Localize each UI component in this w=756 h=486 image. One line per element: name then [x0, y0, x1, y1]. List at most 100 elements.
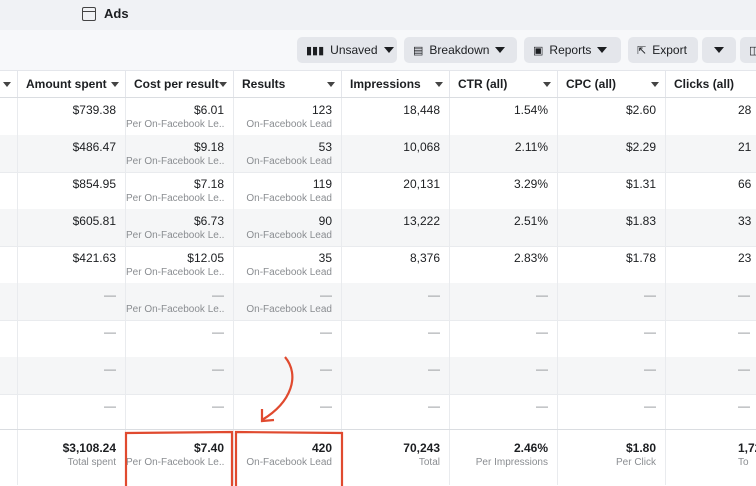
- table-cell-cpc: —: [558, 283, 666, 320]
- table-cell-impressions: —: [342, 283, 450, 320]
- total-value: 70,243: [403, 441, 440, 455]
- breakdown-icon: ▤: [413, 44, 424, 57]
- table-cell-impressions: —: [342, 394, 450, 431]
- table-cell-clicks: —: [666, 320, 756, 357]
- columns-icon: ▮▮▮: [306, 44, 325, 57]
- export-button[interactable]: ⇱ Export: [628, 37, 698, 63]
- cell-value: —: [104, 362, 116, 376]
- cell-value: 20,131: [403, 177, 440, 191]
- cell-value: —: [644, 399, 656, 413]
- cell-value: —: [428, 325, 440, 339]
- table-row[interactable]: — — — — — — —: [0, 357, 756, 395]
- table-cell-ctr: —: [450, 283, 558, 320]
- table-cell-ctr: —: [450, 320, 558, 357]
- column-header-clicks[interactable]: Clicks (all): [666, 71, 756, 97]
- table-cell-results: 123 On-Facebook Lead: [234, 98, 342, 135]
- table-cell-clicks: —: [666, 357, 756, 394]
- table-cell-ctr: 3.29%: [450, 172, 558, 209]
- column-label: Cost per result: [134, 77, 219, 91]
- table-row[interactable]: $854.95 $7.18 Per On-Facebook Le... 119 On-F…: [0, 172, 756, 210]
- cell-value: 3.29%: [513, 177, 548, 191]
- reports-label: Reports: [549, 43, 592, 57]
- table-row[interactable]: $486.47 $9.18 Per On-Facebook Le... 53 On-Fa…: [0, 135, 756, 173]
- totals-amount-spent: $3,108.24 Total spent: [18, 430, 126, 485]
- cell-value: 1.54%: [513, 103, 548, 117]
- table-cell-cpc: $1.78: [558, 246, 666, 283]
- table-cell-cpr: $7.18 Per On-Facebook Le...: [126, 172, 234, 209]
- table-cell-impressions: 10,068: [342, 135, 450, 172]
- cell-value: 66: [738, 177, 752, 191]
- column-label: Results: [242, 77, 286, 91]
- table-cell-impressions: 20,131: [342, 172, 450, 209]
- column-header-cpc[interactable]: CPC (all): [558, 71, 666, 97]
- cell-value: $739.38: [72, 103, 116, 117]
- table-cell-cpc: $2.29: [558, 135, 666, 172]
- row-cell-prev: [0, 172, 18, 209]
- chevron-down-icon: [651, 82, 659, 87]
- cell-value: $421.63: [72, 251, 116, 265]
- cell-value: —: [536, 362, 548, 376]
- reports-button[interactable]: ▣ Reports: [524, 37, 621, 63]
- chevron-down-icon: [435, 82, 443, 87]
- table-row[interactable]: — — — — — — —: [0, 320, 756, 358]
- column-header-impressions[interactable]: Impressions: [342, 71, 450, 97]
- cell-value: 18,448: [403, 103, 440, 117]
- export-dropdown-button[interactable]: [702, 37, 736, 63]
- table-row[interactable]: — — Per On-Facebook Le... — On-Facebook Lead…: [0, 283, 756, 321]
- table-cell-amount: $605.81: [18, 209, 126, 246]
- chevron-down-icon: [714, 47, 724, 53]
- column-header-amount-spent[interactable]: Amount spent: [18, 71, 126, 97]
- chart-button[interactable]: ◫: [740, 37, 756, 63]
- cell-value: 2.11%: [514, 140, 548, 154]
- table-cell-ctr: 2.83%: [450, 246, 558, 283]
- total-sublabel: To: [738, 457, 749, 468]
- chart-icon: ◫: [749, 44, 756, 57]
- table-cell-clicks: 66: [666, 172, 756, 209]
- cell-value: $1.83: [625, 214, 656, 228]
- table-cell-impressions: 8,376: [342, 246, 450, 283]
- cell-sublabel: On-Facebook Lead: [246, 267, 332, 278]
- unsaved-button[interactable]: ▮▮▮ Unsaved: [297, 37, 397, 63]
- cell-sublabel: Per On-Facebook Le...: [126, 156, 224, 167]
- table-cell-ctr: 2.51%: [450, 209, 558, 246]
- table-cell-clicks: 33: [666, 209, 756, 246]
- table-row[interactable]: — — — — — — —: [0, 394, 756, 432]
- row-cell-prev: [0, 283, 18, 320]
- row-cell-prev: [0, 394, 18, 431]
- column-header-cost-per-result[interactable]: Cost per result: [126, 71, 234, 97]
- cell-value: $6.01: [193, 103, 224, 117]
- cell-value: —: [536, 325, 548, 339]
- cell-value: 8,376: [409, 251, 440, 265]
- total-value: $7.40: [193, 441, 224, 455]
- totals-clicks: 1,72 To: [666, 430, 756, 485]
- table-cell-cpc: $1.31: [558, 172, 666, 209]
- table-header: Amount spent Cost per result Results Imp…: [0, 71, 756, 98]
- cell-value: —: [212, 288, 224, 302]
- table-cell-amount: —: [18, 283, 126, 320]
- row-cell-prev: [0, 320, 18, 357]
- table-row[interactable]: $605.81 $6.73 Per On-Facebook Le... 90 On-Fa…: [0, 209, 756, 247]
- table-cell-ctr: 1.54%: [450, 98, 558, 135]
- cell-value: 123: [311, 103, 332, 117]
- cell-value: —: [738, 288, 750, 302]
- table-row[interactable]: $739.38 $6.01 Per On-Facebook Le... 123 On-F…: [0, 98, 756, 136]
- row-cell-prev: [0, 357, 18, 394]
- cell-value: 90: [318, 214, 332, 228]
- column-header-results[interactable]: Results: [234, 71, 342, 97]
- cell-value: —: [738, 362, 750, 376]
- totals-row: $3,108.24 Total spent $7.40 Per On-Faceboo…: [0, 429, 756, 485]
- column-header-ctr[interactable]: CTR (all): [450, 71, 558, 97]
- cell-value: $7.18: [193, 177, 224, 191]
- breakdown-button[interactable]: ▤ Breakdown: [404, 37, 517, 63]
- row-cell-prev: [0, 98, 18, 135]
- cell-value: 33: [738, 214, 752, 228]
- column-header-prev[interactable]: [0, 71, 18, 97]
- cell-value: $6.73: [193, 214, 224, 228]
- cell-value: 2.51%: [513, 214, 548, 228]
- cell-value: $12.05: [187, 251, 224, 265]
- export-icon: ⇱: [637, 44, 647, 57]
- table-row[interactable]: $421.63 $12.05 Per On-Facebook Le... 35 On-F…: [0, 246, 756, 284]
- cell-value: —: [320, 399, 332, 413]
- table-cell-impressions: 13,222: [342, 209, 450, 246]
- cell-value: $9.18: [193, 140, 224, 154]
